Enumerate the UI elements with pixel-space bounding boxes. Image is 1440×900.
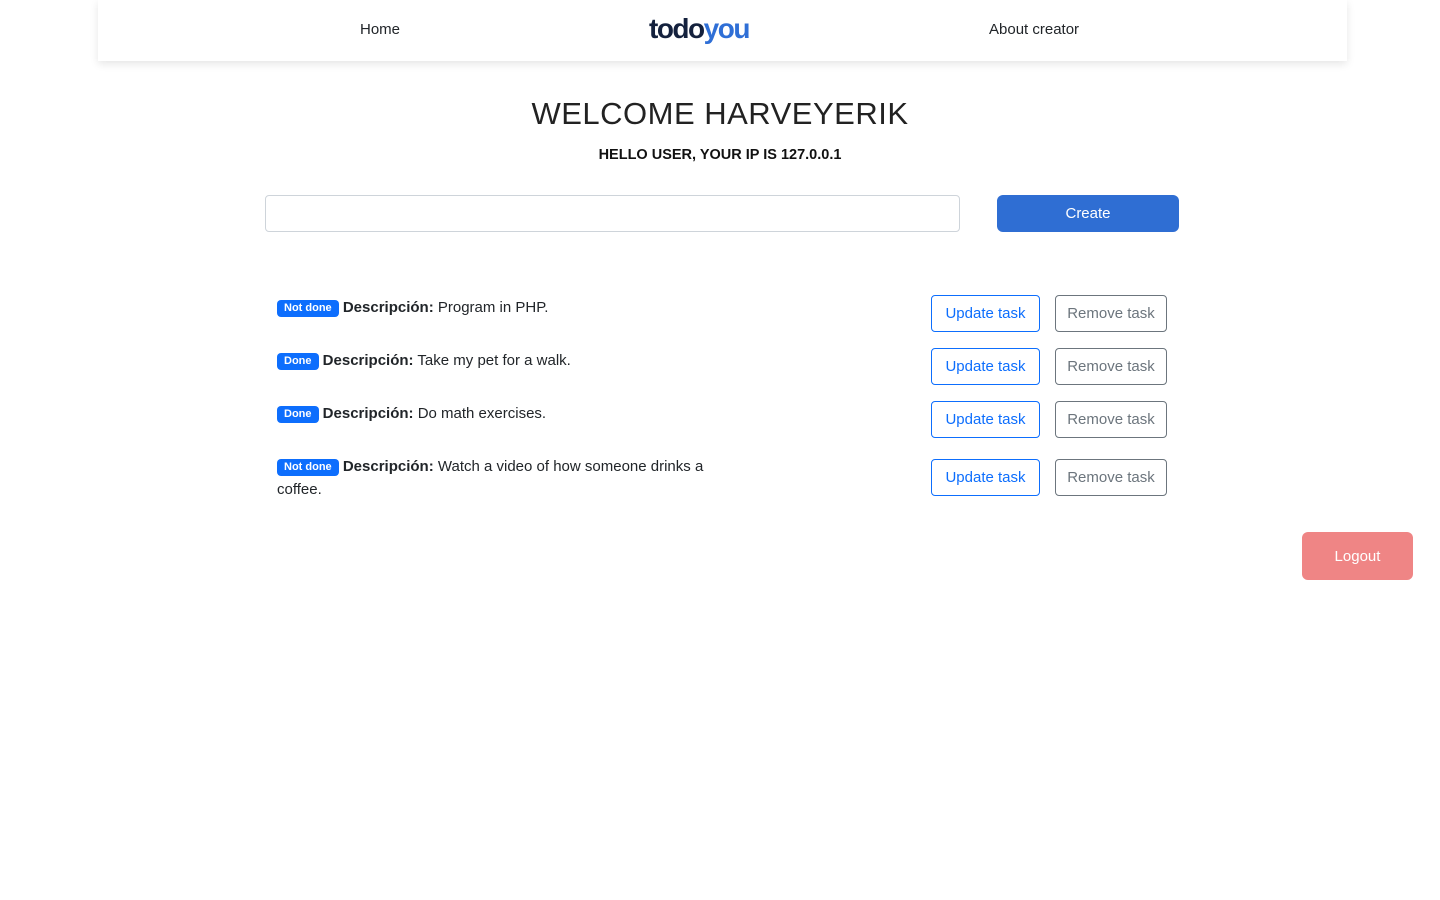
task-item: Not done Descripción: Watch a video of h…	[277, 455, 717, 501]
nav-about-link[interactable]: About creator	[989, 21, 1079, 38]
status-badge: Done	[277, 353, 319, 370]
status-badge: Done	[277, 406, 319, 423]
description-label: Descripción:	[342, 458, 434, 475]
task-description: Do math exercises.	[413, 405, 547, 422]
description-label: Descripción:	[322, 352, 414, 369]
logo-text-todo: todo	[649, 13, 705, 44]
task-description: Take my pet for a walk.	[413, 352, 571, 369]
new-task-input[interactable]	[265, 195, 960, 232]
brand-logo[interactable]: todoyou	[649, 12, 751, 46]
task-description: Program in PHP.	[433, 299, 549, 316]
task-item: Done Descripción: Take my pet for a walk…	[277, 349, 717, 372]
nav-home-link[interactable]: Home	[360, 21, 400, 38]
welcome-title: WELCOME HARVEYERIK	[531, 96, 909, 131]
update-task-button[interactable]: Update task	[931, 348, 1040, 385]
task-item: Not done Descripción: Program in PHP.	[277, 296, 717, 319]
description-label: Descripción:	[342, 299, 434, 316]
remove-task-button[interactable]: Remove task	[1055, 459, 1167, 496]
top-navbar: Home todoyou About creator	[98, 0, 1347, 61]
description-label: Descripción:	[322, 405, 414, 422]
ip-message: HELLO USER, YOUR IP IS 127.0.0.1	[598, 147, 842, 163]
logo-text-you: you	[703, 13, 751, 44]
logout-button[interactable]: Logout	[1302, 532, 1413, 580]
update-task-button[interactable]: Update task	[931, 295, 1040, 332]
update-task-button[interactable]: Update task	[931, 401, 1040, 438]
remove-task-button[interactable]: Remove task	[1055, 295, 1167, 332]
task-item: Done Descripción: Do math exercises.	[277, 402, 717, 425]
remove-task-button[interactable]: Remove task	[1055, 401, 1167, 438]
task-description: Watch a video of how someone drinks a co…	[277, 458, 704, 498]
update-task-button[interactable]: Update task	[931, 459, 1040, 496]
remove-task-button[interactable]: Remove task	[1055, 348, 1167, 385]
create-button[interactable]: Create	[997, 195, 1179, 232]
status-badge: Not done	[277, 300, 339, 317]
status-badge: Not done	[277, 459, 339, 476]
